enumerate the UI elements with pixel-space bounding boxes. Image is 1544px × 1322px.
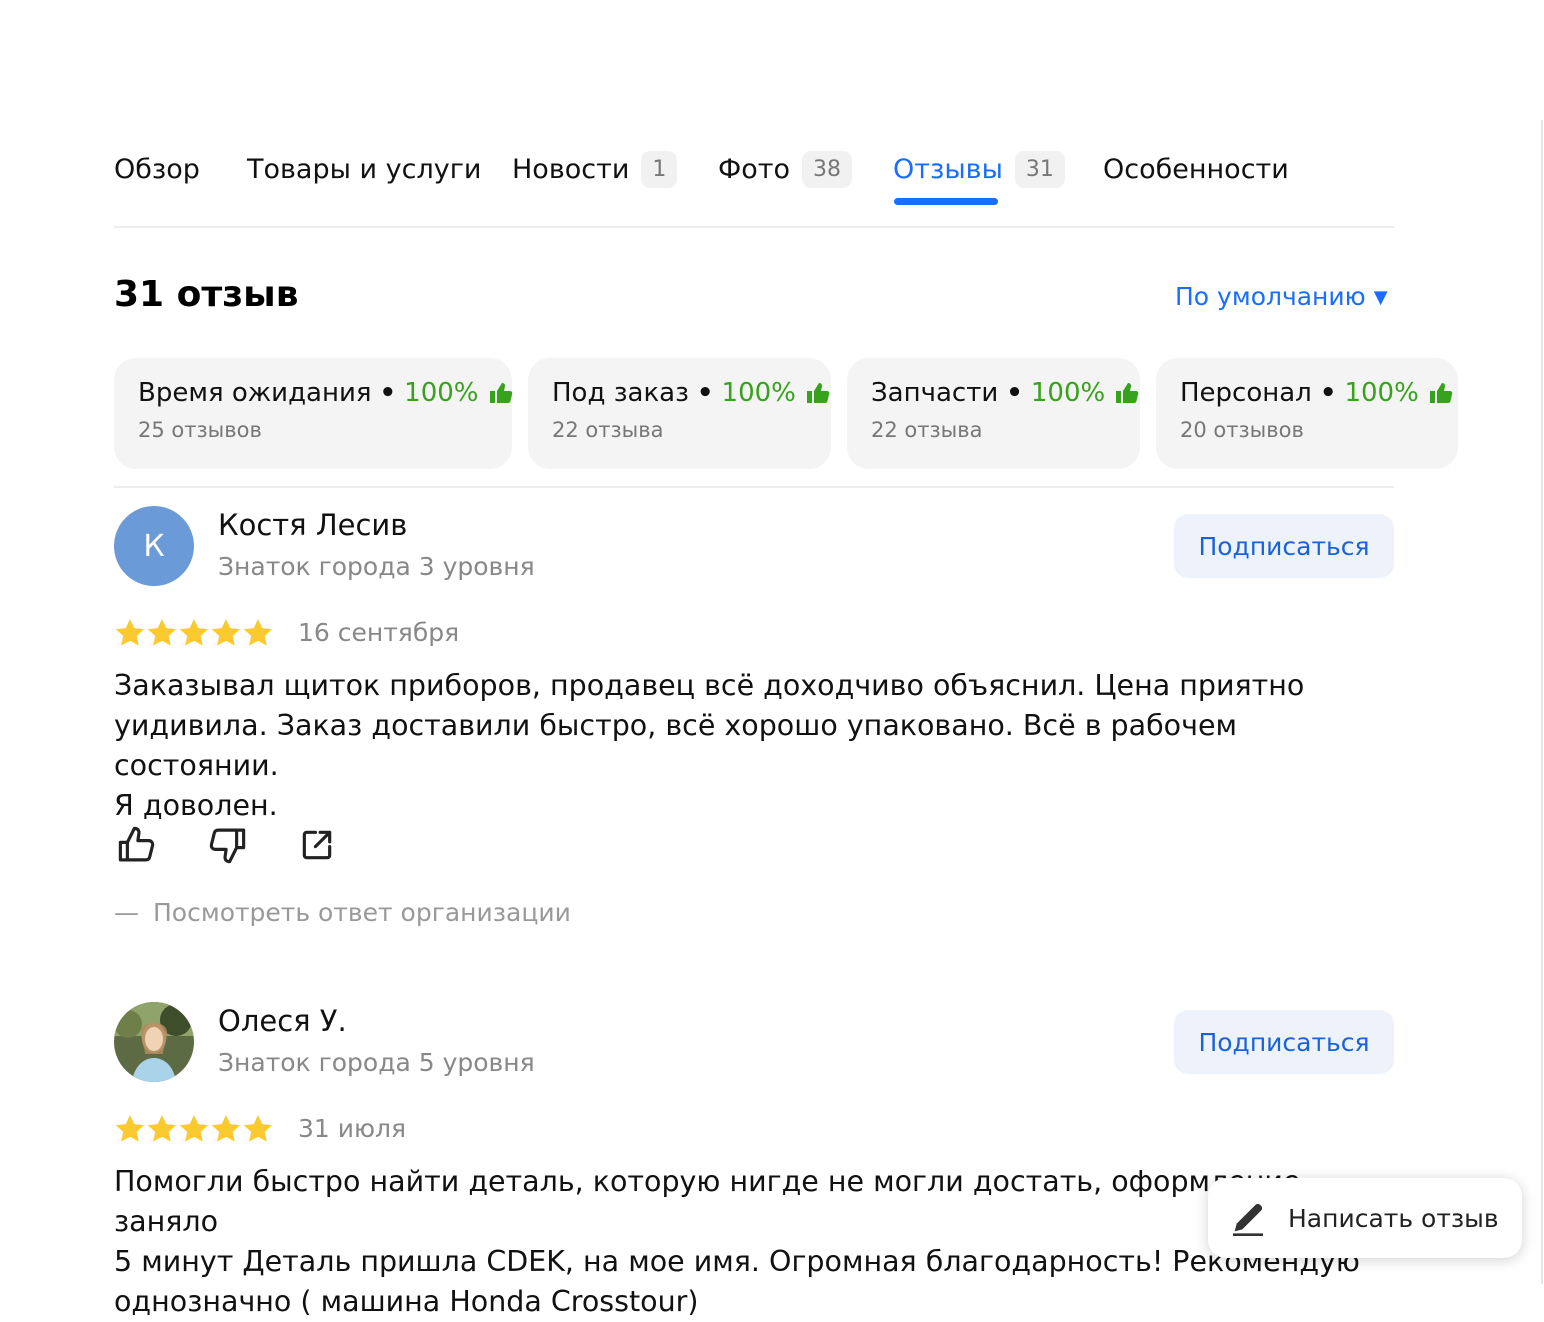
aspect-percent: 100%: [404, 378, 479, 408]
tab-count-badge: 38: [802, 150, 853, 188]
review-text: Заказывал щиток приборов, продавец всё д…: [114, 666, 1399, 826]
review-text: Помогли быстро найти деталь, которую ниг…: [114, 1162, 1399, 1322]
aspect-separator: •: [696, 378, 714, 408]
aspect-separator: •: [379, 378, 397, 408]
aspect-name: Персонал: [1180, 378, 1312, 408]
tab-count-badge: 31: [1014, 150, 1065, 188]
tab-photos[interactable]: Фото 38: [718, 140, 853, 198]
star-icon: [210, 1114, 242, 1144]
tab-features[interactable]: Особенности: [1103, 140, 1289, 198]
tab-label: Обзор: [114, 153, 200, 185]
aspect-review-count: 25 отзывов: [138, 418, 262, 442]
divider: [114, 486, 1394, 488]
write-review-label: Написать отзыв: [1288, 1203, 1499, 1233]
rating-stars: [114, 618, 274, 648]
scrollbar-edge: [1541, 120, 1543, 1284]
review-text-line: уидивила. Заказ доставили быстро, всё хо…: [114, 709, 1237, 782]
review-text-line: Помогли быстро найти деталь, которую ниг…: [114, 1165, 1301, 1238]
star-icon: [242, 618, 274, 648]
chevron-down-icon: ▼: [1373, 287, 1388, 308]
aspect-chip-waiting-time[interactable]: Время ожидания • 100% 25 отзывов: [114, 358, 512, 469]
avatar[interactable]: [114, 1002, 194, 1082]
aspect-chip-parts[interactable]: Запчасти • 100% 22 отзыва: [847, 358, 1140, 469]
star-icon: [210, 618, 242, 648]
thumb-up-icon: [489, 382, 513, 404]
star-icon: [146, 618, 178, 648]
aspect-separator: •: [1319, 378, 1337, 408]
view-org-reply-link[interactable]: — Посмотреть ответ организации: [114, 898, 571, 927]
tab-news[interactable]: Новости 1: [512, 140, 678, 198]
aspect-name: Под заказ: [552, 378, 689, 408]
tabs-nav: Обзор Товары и услуги Новости 1 Фото 38 …: [114, 140, 1394, 228]
sort-dropdown[interactable]: По умолчанию ▼: [1175, 282, 1388, 311]
thumb-up-icon: [806, 382, 830, 404]
aspect-percent: 100%: [721, 378, 796, 408]
avatar-photo: [114, 1002, 194, 1082]
tab-count-badge: 1: [641, 150, 678, 188]
aspect-review-count: 22 отзыва: [552, 418, 664, 442]
active-tab-indicator: [894, 198, 998, 205]
reviews-count-title: 31 отзыв: [114, 274, 299, 315]
star-icon: [114, 618, 146, 648]
tab-label: Отзывы: [893, 153, 1003, 185]
tab-label: Товары и услуги: [247, 153, 482, 185]
thumb-up-icon: [1429, 382, 1453, 404]
review-text-line: Заказывал щиток приборов, продавец всё д…: [114, 669, 1305, 702]
aspect-chip-staff[interactable]: Персонал • 100% 20 отзывов: [1156, 358, 1458, 469]
aspect-separator: •: [1006, 378, 1023, 408]
star-icon: [242, 1114, 274, 1144]
aspect-review-count: 20 отзывов: [1180, 418, 1304, 442]
review-text-line: 5 минут Деталь пришла CDEK, на мое имя. …: [114, 1245, 1360, 1278]
avatar[interactable]: К: [114, 506, 194, 586]
aspect-chip-on-order[interactable]: Под заказ • 100% 22 отзыва: [528, 358, 831, 469]
aspect-name: Запчасти: [871, 378, 999, 408]
write-review-button[interactable]: Написать отзыв: [1208, 1178, 1522, 1258]
thumb-up-icon: [1115, 382, 1139, 404]
share-icon[interactable]: [294, 822, 340, 868]
pencil-icon: [1228, 1198, 1268, 1238]
tab-goods-services[interactable]: Товары и услуги: [247, 140, 481, 198]
tab-label: Особенности: [1103, 153, 1289, 185]
review-text-line: однозначно ( машина Honda Crosstour): [114, 1285, 699, 1318]
tab-label: Новости: [512, 153, 630, 185]
aspect-name: Время ожидания: [138, 378, 372, 408]
sort-label: По умолчанию: [1175, 282, 1366, 311]
review-actions: [114, 822, 340, 868]
subscribe-button[interactable]: Подписаться: [1174, 514, 1394, 578]
review-text-line: Я доволен.: [114, 789, 278, 822]
star-icon: [178, 618, 210, 648]
reply-dash: —: [114, 898, 139, 927]
aspect-review-count: 22 отзыва: [871, 418, 983, 442]
tab-reviews[interactable]: Отзывы 31: [893, 140, 1065, 198]
aspect-percent: 100%: [1030, 378, 1106, 408]
org-reply-label: Посмотреть ответ организации: [153, 898, 571, 927]
author-name[interactable]: Костя Лесив: [218, 508, 407, 542]
review-date: 31 июля: [298, 1114, 407, 1143]
review-date: 16 сентября: [298, 618, 460, 647]
aspect-percent: 100%: [1344, 378, 1419, 408]
thumb-down-icon[interactable]: [204, 822, 250, 868]
tab-overview[interactable]: Обзор: [114, 140, 200, 198]
author-level: Знаток города 3 уровня: [218, 552, 535, 581]
author-level: Знаток города 5 уровня: [218, 1048, 535, 1077]
author-name[interactable]: Олеся У.: [218, 1004, 347, 1038]
star-icon: [146, 1114, 178, 1144]
star-icon: [114, 1114, 146, 1144]
tab-label: Фото: [718, 153, 791, 185]
subscribe-button[interactable]: Подписаться: [1174, 1010, 1394, 1074]
rating-stars: [114, 1114, 274, 1144]
avatar-letter: К: [143, 528, 165, 564]
star-icon: [178, 1114, 210, 1144]
thumb-up-icon[interactable]: [114, 822, 160, 868]
